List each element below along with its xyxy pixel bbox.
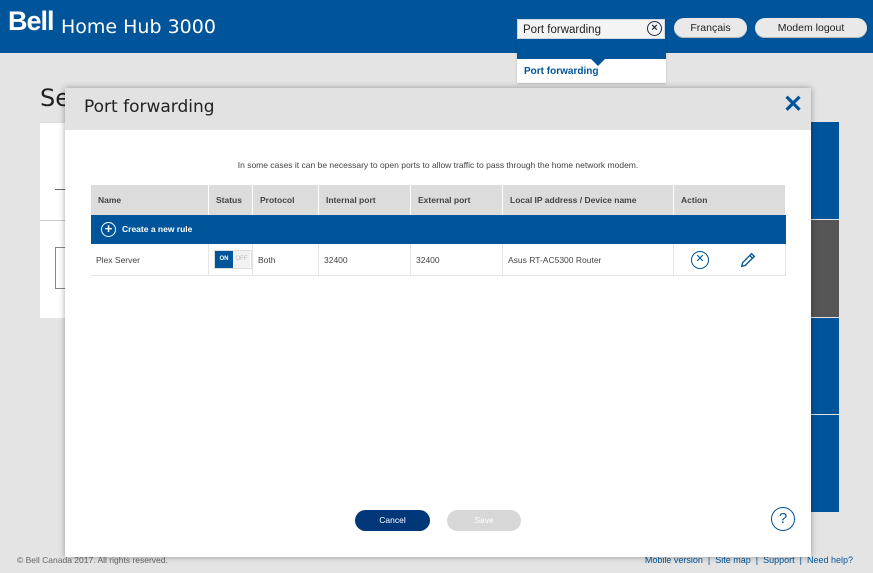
cell-device: Asus RT-AC5300 Router [502, 244, 674, 276]
help-icon[interactable]: ? [771, 507, 795, 531]
intro-text: In some cases it can be necessary to ope… [237, 160, 639, 170]
clear-search-icon[interactable]: × [647, 21, 662, 36]
edit-pencil-icon[interactable] [739, 251, 757, 269]
background-tile [811, 122, 839, 219]
search-box[interactable]: × [517, 19, 665, 39]
save-button[interactable]: Save [447, 510, 521, 531]
create-rule-row[interactable]: + Create a new rule [91, 215, 786, 244]
col-internal-port: Internal port [318, 185, 411, 215]
product-title: Home Hub 3000 [61, 16, 216, 38]
col-action: Action [673, 185, 786, 215]
cancel-button[interactable]: Cancel [355, 510, 430, 531]
background-tile [811, 318, 839, 414]
search-suggestions: Port forwarding [517, 40, 666, 83]
col-protocol: Protocol [252, 185, 319, 215]
cell-external-port: 32400 [410, 244, 503, 276]
suggest-bar [517, 40, 666, 66]
divider [40, 220, 66, 221]
search-input[interactable] [518, 21, 643, 39]
logout-button[interactable]: Modem logout [755, 18, 867, 38]
col-device: Local IP address / Device name [502, 185, 674, 215]
toggle-on: ON [215, 251, 233, 268]
col-name: Name [91, 185, 209, 215]
table-header: Name Status Protocol Internal port Exter… [91, 185, 786, 215]
background-tile [811, 220, 839, 317]
cell-internal-port: 32400 [318, 244, 411, 276]
cell-protocol: Both [252, 244, 319, 276]
toggle-off: OFF [233, 251, 250, 268]
close-icon[interactable]: ✕ [783, 93, 803, 117]
bell-logo[interactable]: Bell [8, 6, 55, 37]
table-row: Plex Server ON OFF Both 32400 32400 Asus … [91, 244, 786, 276]
status-toggle[interactable]: ON OFF [214, 250, 252, 269]
rules-table: Name Status Protocol Internal port Exter… [91, 185, 786, 276]
delete-rule-icon[interactable]: ✕ [691, 250, 709, 269]
col-external-port: External port [410, 185, 503, 215]
cell-status: ON OFF [208, 244, 253, 276]
plus-icon: + [101, 222, 116, 237]
language-button[interactable]: Français [674, 18, 747, 38]
background-tile [811, 415, 839, 512]
cell-action: ✕ [673, 244, 786, 276]
col-status: Status [208, 185, 253, 215]
create-rule-label[interactable]: Create a new rule [122, 224, 192, 234]
port-forwarding-dialog: Port forwarding ✕ In some cases it can b… [65, 88, 811, 557]
background-card [40, 122, 66, 318]
dialog-title: Port forwarding [84, 97, 215, 117]
dialog-header: Port forwarding ✕ [65, 88, 811, 130]
need-help-link[interactable]: Need help? [807, 555, 853, 565]
cell-name: Plex Server [91, 244, 209, 276]
top-header: Bell Home Hub 3000 × Français Modem logo… [0, 0, 873, 53]
